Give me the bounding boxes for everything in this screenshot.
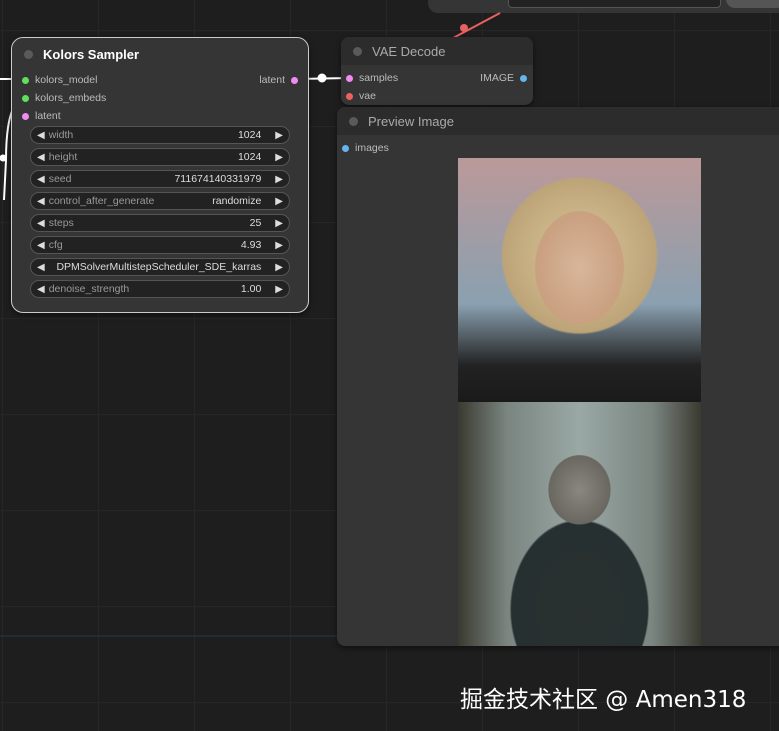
slot-label: images <box>355 142 389 154</box>
widget-steps[interactable]: ◀ steps 25 ▶ <box>30 214 290 232</box>
input-images[interactable]: images <box>342 142 389 154</box>
preview-image-portrait[interactable] <box>458 158 701 402</box>
decrement-arrow-icon[interactable]: ◀ <box>37 174 45 185</box>
decrement-arrow-icon[interactable]: ◀ <box>37 218 45 229</box>
widget-value: 25 <box>249 217 262 229</box>
increment-arrow-icon[interactable]: ▶ <box>275 240 283 251</box>
watermark: 掘金技术社区 @ Amen318 <box>460 687 747 713</box>
widget-value: 1024 <box>237 151 262 163</box>
widget-label: height <box>48 151 78 163</box>
slot-label: samples <box>359 72 399 84</box>
vae-decode-node[interactable]: VAE Decode samples vae IMAGE <box>341 37 533 105</box>
slot-label: latent <box>259 74 285 86</box>
widget-value: 711674140331979 <box>174 173 262 185</box>
decrement-arrow-icon[interactable]: ◀ <box>37 262 45 273</box>
widget-label: steps <box>48 217 74 229</box>
increment-arrow-icon[interactable]: ▶ <box>275 218 283 229</box>
widget-cfg[interactable]: ◀ cfg 4.93 ▶ <box>30 236 290 254</box>
output-image[interactable]: IMAGE <box>480 72 527 84</box>
output-latent[interactable]: latent <box>259 74 298 86</box>
vae-link-dot <box>460 24 468 32</box>
decrement-arrow-icon[interactable]: ◀ <box>37 240 45 251</box>
widget-value: randomize <box>212 195 262 207</box>
input-kolors-model[interactable]: kolors_model <box>22 74 97 86</box>
widget-control-after-generate[interactable]: ◀ control_after_generate randomize ▶ <box>30 192 290 210</box>
input-kolors-embeds[interactable]: kolors_embeds <box>22 92 106 104</box>
node-title: VAE Decode <box>372 43 446 59</box>
decrement-arrow-icon[interactable]: ◀ <box>37 130 45 141</box>
increment-arrow-icon[interactable]: ▶ <box>275 262 283 273</box>
widget-value: DPMSolverMultistepScheduler_SDE_karras <box>56 261 262 273</box>
increment-arrow-icon[interactable]: ▶ <box>275 130 283 141</box>
input-samples[interactable]: samples <box>346 72 398 84</box>
preview-image-creature[interactable] <box>458 402 701 646</box>
decrement-arrow-icon[interactable]: ◀ <box>37 196 45 207</box>
latent-link-dot <box>317 73 327 83</box>
increment-arrow-icon[interactable]: ▶ <box>275 174 283 185</box>
widget-scheduler[interactable]: ◀ DPMSolverMultistepScheduler_SDE_karras ▶ <box>30 258 290 276</box>
increment-arrow-icon[interactable]: ▶ <box>275 196 283 207</box>
collapse-dot[interactable] <box>353 46 362 56</box>
widget-height[interactable]: ◀ height 1024 ▶ <box>30 148 290 166</box>
increment-arrow-icon[interactable]: ▶ <box>275 284 283 295</box>
preview-image-node[interactable]: Preview Image images <box>337 107 779 646</box>
widget-value: 4.93 <box>240 239 262 251</box>
widget-seed[interactable]: ◀ seed 711674140331979 ▶ <box>30 170 290 188</box>
decrement-arrow-icon[interactable]: ◀ <box>37 152 45 163</box>
slot-label: kolors_model <box>35 74 98 86</box>
widget-value: 1024 <box>237 129 262 141</box>
node-title: Kolors Sampler <box>43 46 140 62</box>
increment-arrow-icon[interactable]: ▶ <box>275 152 283 163</box>
slot-label: kolors_embeds <box>35 92 107 104</box>
slot-label: IMAGE <box>480 72 514 84</box>
widget-label: cfg <box>48 239 63 251</box>
slot-label: latent <box>35 110 61 122</box>
widget-label: seed <box>48 173 72 185</box>
input-vae[interactable]: vae <box>346 90 376 102</box>
widget-value: 1.00 <box>240 283 262 295</box>
widget-label: width <box>48 129 74 141</box>
widget-denoise-strength[interactable]: ◀ denoise_strength 1.00 ▶ <box>30 280 290 298</box>
widget-label: control_after_generate <box>48 195 155 207</box>
slot-label: vae <box>359 90 376 102</box>
collapse-dot[interactable] <box>349 116 358 126</box>
decrement-arrow-icon[interactable]: ◀ <box>37 284 45 295</box>
input-latent[interactable]: latent <box>22 110 61 122</box>
kolors-sampler-node[interactable]: Kolors Sampler kolors_model kolors_embed… <box>11 37 309 313</box>
node-title: Preview Image <box>368 113 454 129</box>
widget-width[interactable]: ◀ width 1024 ▶ <box>30 126 290 144</box>
collapse-dot[interactable] <box>24 49 33 59</box>
widget-label: denoise_strength <box>48 283 130 295</box>
